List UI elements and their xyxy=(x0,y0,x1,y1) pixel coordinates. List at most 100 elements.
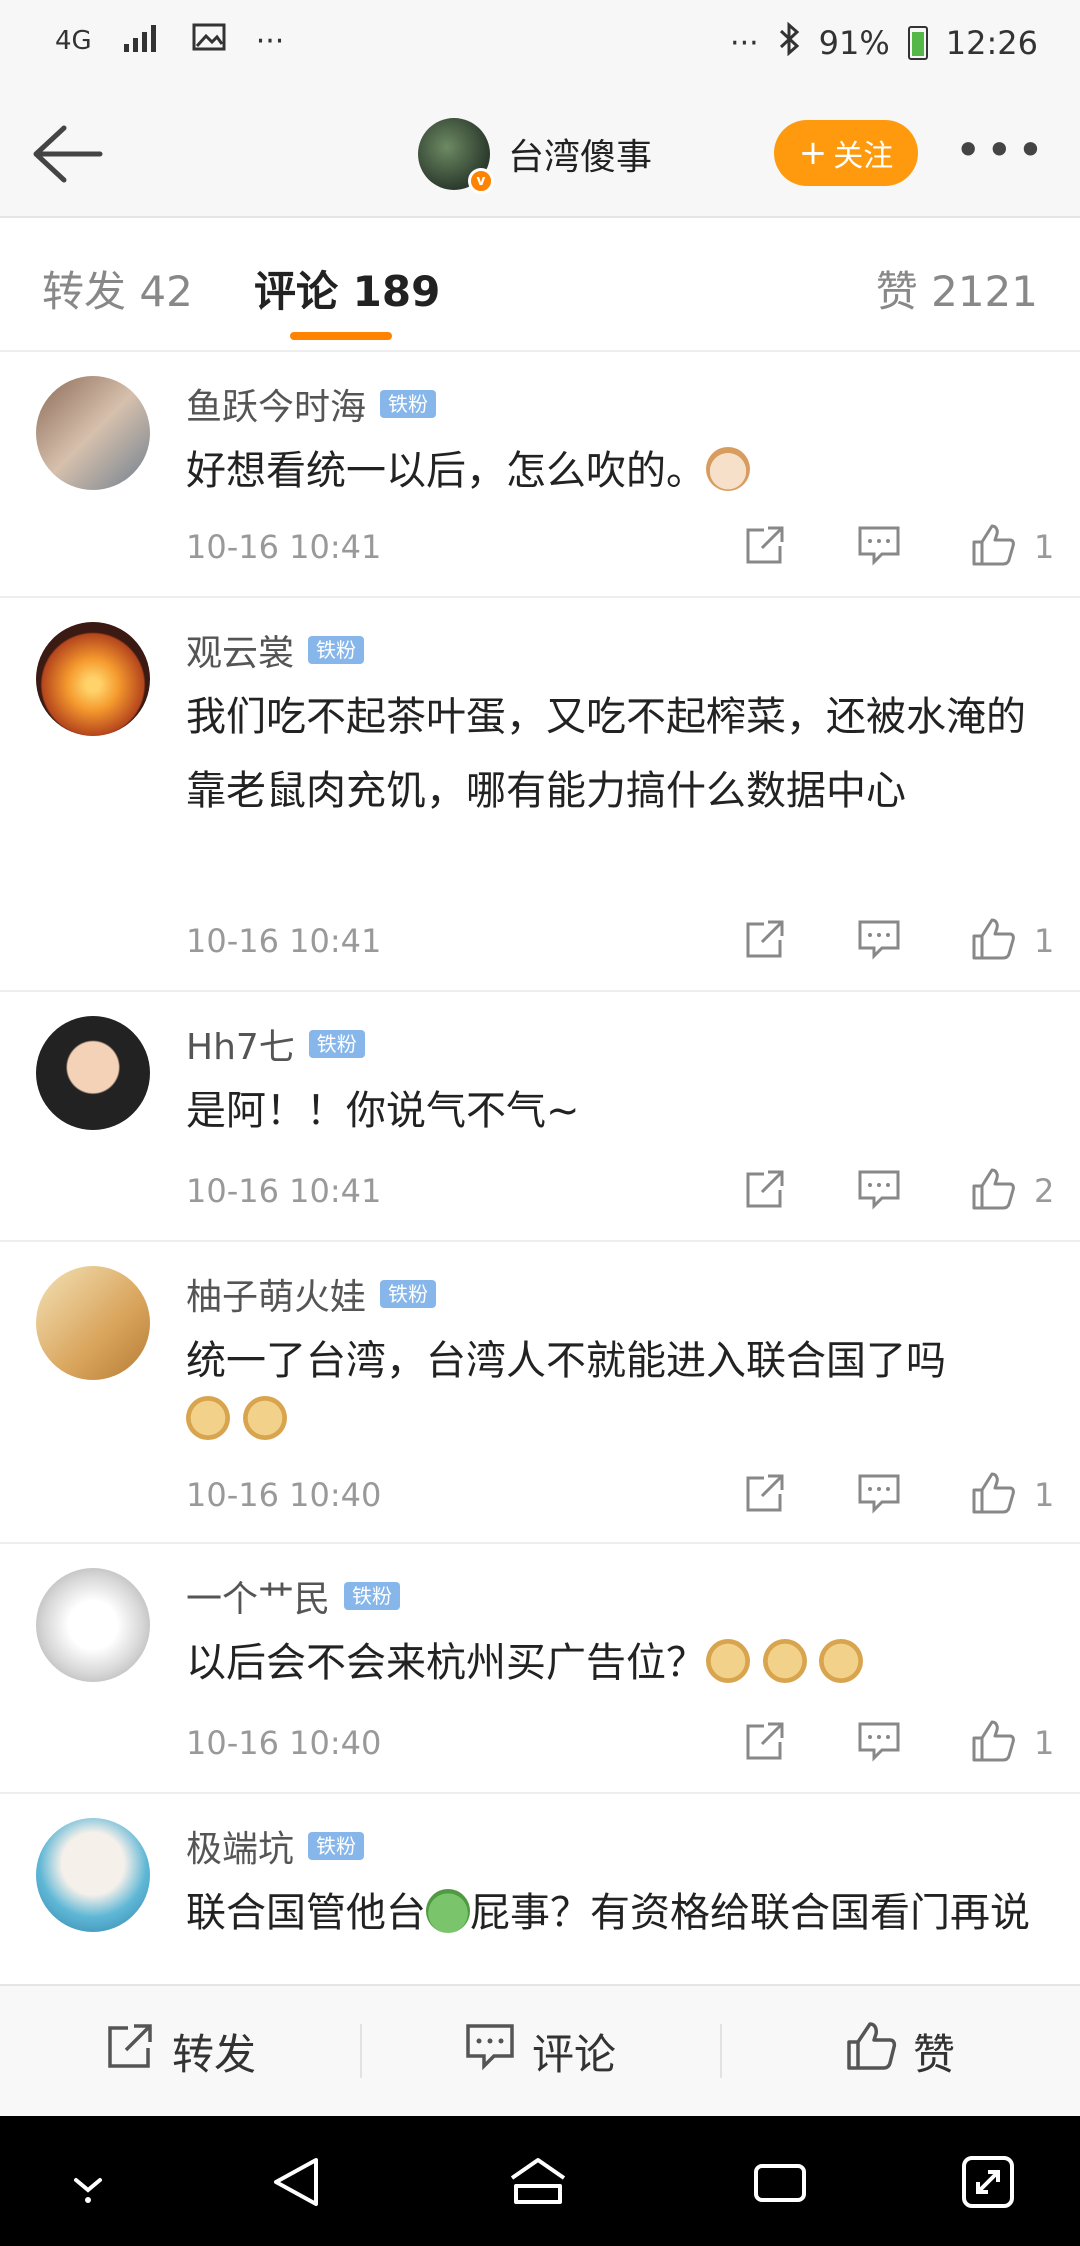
share-icon[interactable] xyxy=(742,1470,792,1520)
hide-keyboard-icon[interactable] xyxy=(58,2152,118,2212)
comment-username[interactable]: 鱼跃今时海 xyxy=(186,378,366,430)
like-label: 赞 xyxy=(912,2029,955,2079)
comment-text: 统一了台湾，台湾人不就能进入联合国了吗 xyxy=(186,1324,1056,1444)
fan-badge: 铁粉 xyxy=(308,636,365,664)
battery-icon xyxy=(907,26,928,60)
comment-item: 极端坑 铁粉 联合国管他台 屁事？有资格给联合国看门再说 xyxy=(0,1794,1080,1984)
signal-icon xyxy=(122,22,162,60)
share-icon[interactable] xyxy=(742,916,792,966)
tab-likes[interactable]: 赞 2121 xyxy=(876,258,1038,319)
follow-label: 关注 xyxy=(833,139,894,174)
doge-emoji-icon xyxy=(819,1639,864,1683)
like-count: 2 xyxy=(1034,1172,1055,1210)
comment-text: 我们吃不起茶叶蛋，又吃不起榨菜，还被水淹的靠老鼠肉充饥，哪有能力搞什么数据中心 xyxy=(186,694,1026,814)
comment-button[interactable]: 评论 xyxy=(360,1986,720,2116)
back-nav-icon[interactable] xyxy=(268,2152,328,2212)
verified-icon: v xyxy=(468,168,494,194)
doge-emoji-icon xyxy=(186,1396,230,1440)
tab-comments[interactable]: 评论 189 xyxy=(254,258,440,319)
comment-text: 好想看统一以后，怎么吹的。 xyxy=(186,434,1056,508)
share-icon[interactable] xyxy=(742,522,792,572)
share-icon[interactable] xyxy=(742,1718,792,1768)
image-icon xyxy=(192,22,226,60)
reply-icon[interactable] xyxy=(856,1470,906,1520)
fan-badge: 铁粉 xyxy=(380,390,437,418)
comment-text: 以后会不会来杭州买广告位？ xyxy=(186,1626,1056,1700)
comment-timestamp: 10-16 10:41 xyxy=(186,528,382,566)
bluetooth-icon xyxy=(777,21,801,64)
comment-text-content: 屁事？有资格给联合国看门再说 xyxy=(470,1890,1030,1936)
follow-button[interactable]: + 关注 xyxy=(774,120,918,186)
like-button[interactable]: 赞 xyxy=(720,1986,1080,2116)
system-nav-bar xyxy=(0,2116,1080,2246)
comment-text-content: 统一了台湾，台湾人不就能进入联合国了吗 xyxy=(186,1338,946,1384)
like-icon[interactable] xyxy=(970,1166,1020,1216)
status-bar: 4G ··· ··· 91% 12:26 xyxy=(0,0,1080,90)
like-count: 1 xyxy=(1034,922,1055,960)
comment-text: 是阿！！你说气不气~ xyxy=(186,1088,580,1134)
back-button[interactable] xyxy=(28,120,104,188)
like-count: 1 xyxy=(1034,1476,1055,1514)
expand-nav-icon[interactable] xyxy=(958,2152,1018,2212)
like-icon xyxy=(845,2020,897,2082)
reply-icon xyxy=(464,2020,516,2082)
repost-label: 转发 xyxy=(171,2029,256,2079)
comment-username[interactable]: 一个艹民 xyxy=(186,1570,330,1622)
more-dots-icon: ··· xyxy=(730,25,759,61)
avatar[interactable] xyxy=(36,1818,150,1932)
reply-icon[interactable] xyxy=(856,1166,906,1216)
avatar[interactable] xyxy=(36,1568,150,1682)
active-tab-indicator xyxy=(290,332,392,340)
comment-item: Hh7七 铁粉 是阿！！你说气不气~ 10-16 10:41 2 xyxy=(0,992,1080,1242)
comment-label: 评论 xyxy=(531,2029,616,2079)
comment-item: 鱼跃今时海 铁粉 好想看统一以后，怎么吹的。 10-16 10:41 1 xyxy=(0,352,1080,598)
like-icon[interactable] xyxy=(970,522,1020,572)
avatar[interactable]: v xyxy=(418,118,494,194)
account-name[interactable]: 台湾傻事 xyxy=(508,128,652,180)
more-dots-icon: ··· xyxy=(255,23,285,59)
comment-timestamp: 10-16 10:40 xyxy=(186,1724,382,1762)
app-header: v 台湾傻事 + 关注 ••• xyxy=(0,90,1080,218)
doge-emoji-icon xyxy=(706,1639,750,1683)
avatar[interactable] xyxy=(36,622,150,736)
reply-icon[interactable] xyxy=(856,1718,906,1768)
reply-icon[interactable] xyxy=(856,522,906,572)
frog-emoji-icon xyxy=(426,1889,470,1933)
comment-text-content: 以后会不会来杭州买广告位？ xyxy=(186,1640,706,1686)
like-icon[interactable] xyxy=(970,916,1020,966)
comment-timestamp: 10-16 10:41 xyxy=(186,1172,382,1210)
network-type: 4G xyxy=(55,26,92,56)
like-count: 1 xyxy=(1034,528,1055,566)
like-icon[interactable] xyxy=(970,1718,1020,1768)
home-nav-icon[interactable] xyxy=(508,2152,568,2212)
avatar[interactable] xyxy=(36,376,150,490)
comment-username[interactable]: 观云裳 xyxy=(186,624,294,676)
comment-item: 一个艹民 铁粉 以后会不会来杭州买广告位？ 10-16 10:40 1 xyxy=(0,1544,1080,1794)
comment-username[interactable]: Hh7七 xyxy=(186,1018,295,1070)
repost-button[interactable]: 转发 xyxy=(0,1986,360,2116)
comment-text: 联合国管他台 屁事？有资格给联合国看门再说 xyxy=(186,1876,1056,1950)
avatar[interactable] xyxy=(36,1266,150,1380)
recents-nav-icon[interactable] xyxy=(750,2152,810,2212)
like-count: 1 xyxy=(1034,1724,1055,1762)
share-icon[interactable] xyxy=(742,1166,792,1216)
clock: 12:26 xyxy=(945,24,1038,62)
comment-timestamp: 10-16 10:41 xyxy=(186,922,382,960)
reply-icon[interactable] xyxy=(856,916,906,966)
fan-badge: 铁粉 xyxy=(344,1582,401,1610)
comment-list: 鱼跃今时海 铁粉 好想看统一以后，怎么吹的。 10-16 10:41 1 观云裳… xyxy=(0,352,1080,1984)
comment-item: 观云裳 铁粉 我们吃不起茶叶蛋，又吃不起榨菜，还被水淹的靠老鼠肉充饥，哪有能力搞… xyxy=(0,598,1080,992)
like-icon[interactable] xyxy=(970,1470,1020,1520)
comment-username[interactable]: 极端坑 xyxy=(186,1820,294,1872)
account-info[interactable]: v 台湾傻事 xyxy=(418,118,652,194)
share-icon xyxy=(104,2020,156,2082)
avatar[interactable] xyxy=(36,1016,150,1130)
fan-badge: 铁粉 xyxy=(308,1832,365,1860)
more-options-icon[interactable]: ••• xyxy=(955,127,1048,173)
comment-text-content: 好想看统一以后，怎么吹的。 xyxy=(186,448,706,494)
fan-badge: 铁粉 xyxy=(308,1030,365,1058)
comment-username[interactable]: 柚子萌火娃 xyxy=(186,1268,366,1320)
plus-icon: + xyxy=(798,133,828,173)
tab-repost[interactable]: 转发 42 xyxy=(42,258,193,319)
comment-item: 柚子萌火娃 铁粉 统一了台湾，台湾人不就能进入联合国了吗 10-16 10:40… xyxy=(0,1242,1080,1544)
